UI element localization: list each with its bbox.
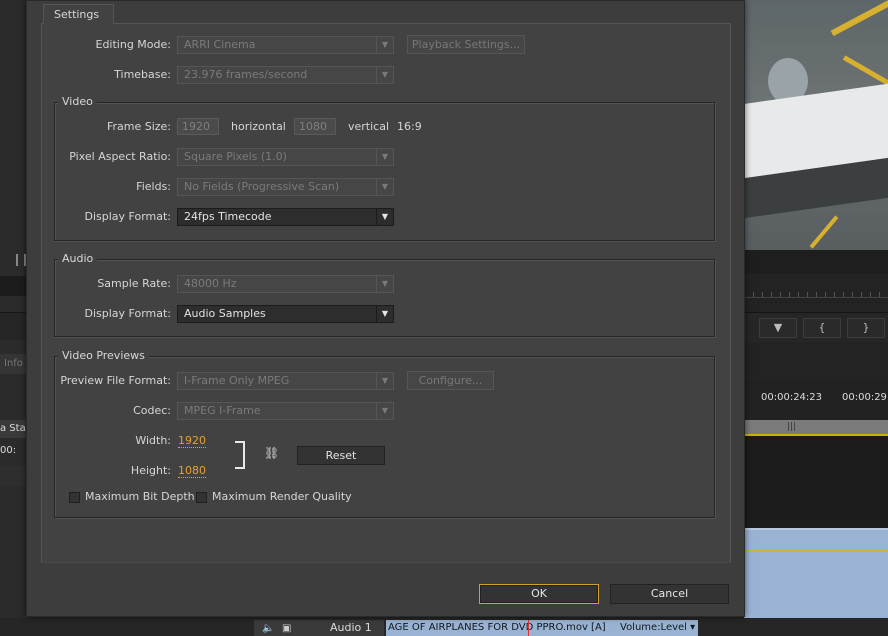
- timebase-label: Timebase:: [114, 68, 171, 81]
- video-display-format-label: Display Format:: [84, 210, 171, 223]
- chevron-down-icon: ▼: [376, 179, 393, 195]
- sample-rate-label: Sample Rate:: [97, 277, 171, 290]
- video-previews-group-title: Video Previews: [58, 349, 149, 362]
- work-area-bar[interactable]: [744, 420, 888, 436]
- monitor-ruler[interactable]: [744, 280, 888, 298]
- sample-rate-dropdown[interactable]: 48000 Hz ▼: [177, 275, 394, 293]
- ok-button[interactable]: OK: [479, 584, 599, 604]
- timebase-value: 23.976 frames/second: [184, 68, 308, 81]
- frame-size-label: Frame Size:: [106, 120, 171, 133]
- mark-in-button[interactable]: {: [803, 318, 841, 338]
- max-render-quality-label: Maximum Render Quality: [212, 490, 352, 503]
- fields-dropdown[interactable]: No Fields (Progressive Scan) ▼: [177, 178, 394, 196]
- runway-marking: [809, 215, 839, 249]
- horizontal-label: horizontal: [231, 120, 286, 133]
- timeline-tracks: [744, 436, 888, 528]
- sequence-settings-dialog: Settings Editing Mode: ARRI Cinema ▼ Pla…: [26, 0, 745, 617]
- audio-display-format-value: Audio Samples: [184, 307, 266, 320]
- clip-volume-line[interactable]: [744, 550, 888, 551]
- chevron-down-icon: ▼: [376, 373, 393, 389]
- timeline-timecode: 00:00:29:: [842, 392, 888, 403]
- preview-height-value[interactable]: 1080: [178, 464, 206, 478]
- program-monitor-video: [744, 0, 888, 250]
- preview-width-value[interactable]: 1920: [178, 434, 206, 448]
- clip-volume-menu[interactable]: Volume:Level ▾: [618, 620, 698, 636]
- panel-menu-icon[interactable]: [16, 254, 26, 266]
- chevron-down-icon: ▼: [376, 276, 393, 292]
- add-marker-button[interactable]: ▼: [759, 318, 797, 338]
- cancel-button[interactable]: Cancel: [610, 584, 729, 604]
- audio-track-label: Audio 1: [330, 621, 372, 634]
- monitor-bottom-bar: [744, 250, 888, 274]
- preview-file-format-dropdown[interactable]: I-Frame Only MPEG ▼: [177, 372, 394, 390]
- chevron-down-icon: ▼: [376, 306, 393, 322]
- playback-settings-button[interactable]: Playback Settings...: [407, 35, 525, 54]
- audio-group: [54, 259, 715, 337]
- preview-file-format-label: Preview File Format:: [60, 374, 171, 387]
- fields-value: No Fields (Progressive Scan): [184, 180, 340, 193]
- editing-mode-dropdown[interactable]: ARRI Cinema ▼: [177, 36, 394, 54]
- tab-settings[interactable]: Settings: [43, 4, 115, 24]
- pixel-aspect-label: Pixel Aspect Ratio:: [69, 150, 171, 163]
- audio-display-format-label: Display Format:: [84, 307, 171, 320]
- chevron-down-icon: ▼: [376, 149, 393, 165]
- max-bit-depth-checkbox[interactable]: [69, 492, 80, 503]
- audio-clip-name[interactable]: AGE OF AIRPLANES FOR DVD PPRO.mov [A]: [386, 620, 618, 636]
- constrain-bracket: [235, 441, 245, 469]
- mark-out-button[interactable]: }: [847, 318, 885, 338]
- max-bit-depth-label: Maximum Bit Depth: [85, 490, 195, 503]
- sample-rate-value: 48000 Hz: [184, 277, 237, 290]
- aspect-ratio-text: 16:9: [397, 120, 422, 133]
- timeline-timecode: 00:00:24:23: [761, 392, 823, 403]
- codec-dropdown[interactable]: MPEG I-Frame ▼: [177, 402, 394, 420]
- lock-icon[interactable]: ▣: [282, 621, 291, 636]
- audio-display-format-dropdown[interactable]: Audio Samples ▼: [177, 305, 394, 323]
- video-display-format-dropdown[interactable]: 24fps Timecode ▼: [177, 208, 394, 226]
- chevron-down-icon: ▼: [376, 37, 393, 53]
- editing-mode-label: Editing Mode:: [95, 38, 172, 51]
- playhead[interactable]: [528, 620, 529, 636]
- pixel-aspect-dropdown[interactable]: Square Pixels (1.0) ▼: [177, 148, 394, 166]
- video-group-title: Video: [58, 95, 97, 108]
- video-display-format-value: 24fps Timecode: [184, 210, 272, 223]
- timebase-dropdown[interactable]: 23.976 frames/second ▼: [177, 66, 394, 84]
- codec-value: MPEG I-Frame: [184, 404, 261, 417]
- audio-track-header: 🔈 ▣ Audio 1: [254, 620, 384, 636]
- max-render-quality-checkbox[interactable]: [196, 492, 207, 503]
- preview-width-label: Width:: [135, 434, 171, 447]
- vertical-label: vertical: [348, 120, 390, 133]
- chevron-down-icon: ▼: [376, 67, 393, 83]
- chevron-down-icon: ▼: [376, 403, 393, 419]
- work-area-grip-icon[interactable]: |||: [787, 422, 796, 432]
- configure-button[interactable]: Configure...: [407, 371, 494, 390]
- preview-file-format-value: I-Frame Only MPEG: [184, 374, 290, 387]
- chevron-down-icon: ▼: [376, 209, 393, 225]
- fields-label: Fields:: [136, 180, 171, 193]
- audio-group-title: Audio: [58, 252, 98, 265]
- editing-mode-value: ARRI Cinema: [184, 38, 256, 51]
- frame-width-field[interactable]: 1920: [177, 118, 219, 135]
- link-chain-icon[interactable]: ⛓: [264, 446, 279, 460]
- runway-marking: [830, 0, 888, 37]
- preview-height-label: Height:: [130, 464, 171, 477]
- speaker-icon[interactable]: 🔈: [262, 621, 274, 636]
- reset-button[interactable]: Reset: [297, 446, 385, 465]
- frame-height-field[interactable]: 1080: [294, 118, 336, 135]
- pixel-aspect-value: Square Pixels (1.0): [184, 150, 287, 163]
- codec-label: Codec:: [133, 404, 171, 417]
